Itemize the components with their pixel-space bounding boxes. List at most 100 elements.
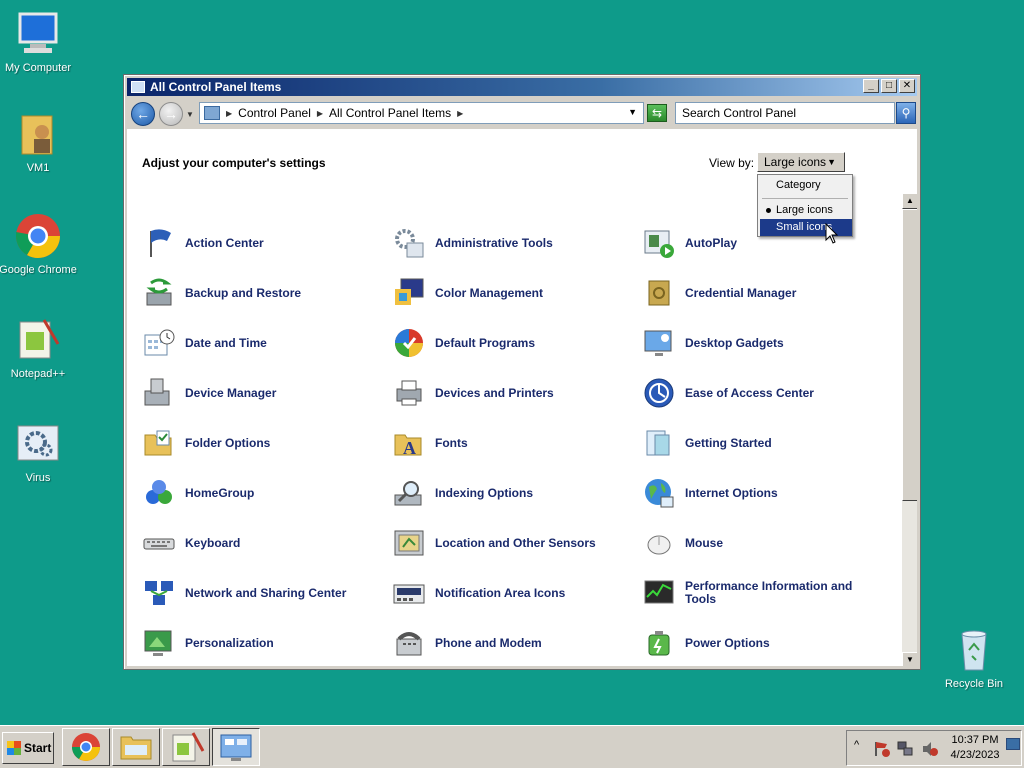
chrome-icon (14, 212, 62, 260)
search-icon: ⚲ (901, 106, 911, 120)
content-area: Adjust your computer's settings View by:… (127, 129, 917, 666)
desktop-icon-label: Notepad++ (10, 368, 66, 380)
cp-item-label: Mouse (685, 535, 724, 550)
cp-item-action-center[interactable]: Action Center (143, 223, 383, 263)
show-hidden-icons-icon[interactable]: ^ (854, 739, 859, 751)
search-input[interactable]: Search Control Panel (675, 102, 895, 124)
chevron-down-icon[interactable]: ▼ (628, 107, 637, 117)
cp-item-phone-and-modem[interactable]: Phone and Modem (393, 623, 633, 663)
show-desktop-button[interactable] (1006, 738, 1020, 750)
control-panel-icon (131, 81, 145, 93)
cp-item-label: Personalization (185, 635, 274, 650)
view-by-dropdown[interactable]: Large icons ▼ (757, 152, 845, 172)
cp-item-credential-manager[interactable]: Credential Manager (643, 273, 883, 313)
cp-item-devices-and-printers[interactable]: Devices and Printers (393, 373, 633, 413)
cp-item-default-programs[interactable]: Default Programs (393, 323, 633, 363)
cp-item-label: Location and Other Sensors (435, 535, 596, 550)
cp-item-label: Devices and Printers (435, 385, 554, 400)
desktop-icon-recycle-bin[interactable]: Recycle Bin (934, 626, 1014, 690)
cp-item-getting-started[interactable]: Getting Started (643, 423, 883, 463)
start-button[interactable]: Start (2, 732, 54, 764)
scroll-up-button[interactable]: ▲ (902, 193, 917, 209)
cp-item-administrative-tools[interactable]: Administrative Tools (393, 223, 633, 263)
breadcrumb-item-control-panel[interactable]: Control Panel (238, 106, 311, 120)
network-icon (143, 577, 175, 609)
chevron-right-icon[interactable]: ▶ (317, 109, 323, 118)
taskbar-app-control-panel[interactable] (212, 728, 260, 766)
search-button[interactable]: ⚲ (896, 102, 916, 124)
cp-item-personalization[interactable]: Personalization (143, 623, 383, 663)
vertical-scrollbar[interactable]: ▲ ▼ (902, 193, 917, 666)
cp-item-label: Phone and Modem (435, 635, 542, 650)
close-button[interactable]: ✕ (899, 79, 915, 93)
refresh-button[interactable]: ⇆ (647, 104, 667, 122)
window-titlebar[interactable]: All Control Panel Items _ □ ✕ (127, 78, 917, 96)
cp-item-notification-area-icons[interactable]: Notification Area Icons (393, 573, 633, 613)
cp-item-color-management[interactable]: Color Management (393, 273, 633, 313)
cp-item-device-manager[interactable]: Device Manager (143, 373, 383, 413)
breadcrumb-item-all-items[interactable]: All Control Panel Items (329, 106, 451, 120)
cp-item-label: Credential Manager (685, 285, 797, 300)
recycle-bin-icon (950, 626, 998, 674)
explorer-icon (120, 736, 152, 760)
taskbar-app-explorer[interactable] (112, 728, 160, 766)
view-option-large-icons[interactable]: Large icons (760, 202, 852, 219)
cp-item-mouse[interactable]: Mouse (643, 523, 883, 563)
cp-item-label: Device Manager (185, 385, 277, 400)
forward-arrow-icon: → (164, 106, 178, 122)
cp-item-performance-information[interactable]: Performance Information and Tools (643, 567, 883, 619)
refresh-icon: ⇆ (651, 106, 663, 120)
desktop-icon-label: Google Chrome (0, 264, 77, 276)
network-status-icon[interactable] (897, 740, 915, 758)
clock-date: 4/23/2023 (950, 749, 1000, 761)
scroll-thumb[interactable] (902, 209, 917, 501)
cp-item-indexing-options[interactable]: Indexing Options (393, 473, 633, 513)
volume-muted-icon[interactable] (921, 740, 939, 758)
cp-item-folder-options[interactable]: Folder Options (143, 423, 383, 463)
cp-item-ease-of-access[interactable]: Ease of Access Center (643, 373, 883, 413)
clock-time: 10:37 PM (951, 734, 999, 746)
desktop-icon-label: Recycle Bin (944, 678, 1004, 690)
cp-item-date-and-time[interactable]: Date and Time (143, 323, 383, 363)
cp-item-label: AutoPlay (685, 235, 738, 250)
cp-item-keyboard[interactable]: Keyboard (143, 523, 383, 563)
maximize-button[interactable]: □ (881, 79, 897, 93)
taskbar-app-notepad-plus-plus[interactable] (162, 728, 210, 766)
cp-item-label: Power Options (685, 635, 770, 650)
desktop-icon-virus[interactable]: Virus (0, 420, 78, 484)
view-by-value: Large icons (764, 155, 827, 169)
taskbar-app-chrome[interactable] (62, 728, 110, 766)
minimize-button[interactable]: _ (863, 79, 879, 93)
mouse-cursor-icon (825, 223, 839, 244)
back-arrow-icon: ← (136, 106, 150, 122)
view-option-category[interactable]: Category (760, 177, 852, 194)
cp-item-homegroup[interactable]: HomeGroup (143, 473, 383, 513)
cp-item-location-and-other-sensors[interactable]: Location and Other Sensors (393, 523, 633, 563)
cp-item-power-options[interactable]: Power Options (643, 623, 883, 663)
notepad-plus-plus-icon (14, 316, 62, 364)
personalization-icon (143, 627, 175, 659)
desktop-icon-vm1[interactable]: VM1 (0, 110, 78, 174)
chevron-right-icon[interactable]: ▶ (457, 109, 463, 118)
cp-item-internet-options[interactable]: Internet Options (643, 473, 883, 513)
recent-pages-dropdown-icon[interactable]: ▼ (186, 110, 194, 119)
breadcrumb[interactable]: ▶ Control Panel ▶ All Control Panel Item… (199, 102, 644, 124)
cp-item-label: Administrative Tools (435, 235, 553, 250)
autoplay-icon (643, 227, 675, 259)
view-by-label: View by: (709, 156, 755, 170)
desktop-icon-my-computer[interactable]: My Computer (0, 10, 78, 74)
back-button[interactable]: ← (131, 102, 155, 126)
forward-button[interactable]: → (159, 102, 183, 126)
desktop-icon-google-chrome[interactable]: Google Chrome (0, 212, 78, 276)
action-center-flag-icon[interactable] (873, 740, 891, 758)
sensors-icon (393, 527, 425, 559)
chevron-right-icon[interactable]: ▶ (226, 109, 232, 118)
arrow-down-icon: ▼ (906, 655, 914, 664)
cp-item-network-and-sharing-center[interactable]: Network and Sharing Center (143, 573, 383, 613)
cp-item-fonts[interactable]: A Fonts (393, 423, 633, 463)
cp-item-desktop-gadgets[interactable]: Desktop Gadgets (643, 323, 883, 363)
cp-item-backup-and-restore[interactable]: Backup and Restore (143, 273, 383, 313)
clock[interactable]: 10:37 PM 4/23/2023 (945, 733, 1005, 763)
desktop-icon-notepad-plus-plus[interactable]: Notepad++ (0, 316, 78, 380)
scroll-down-button[interactable]: ▼ (902, 652, 917, 666)
